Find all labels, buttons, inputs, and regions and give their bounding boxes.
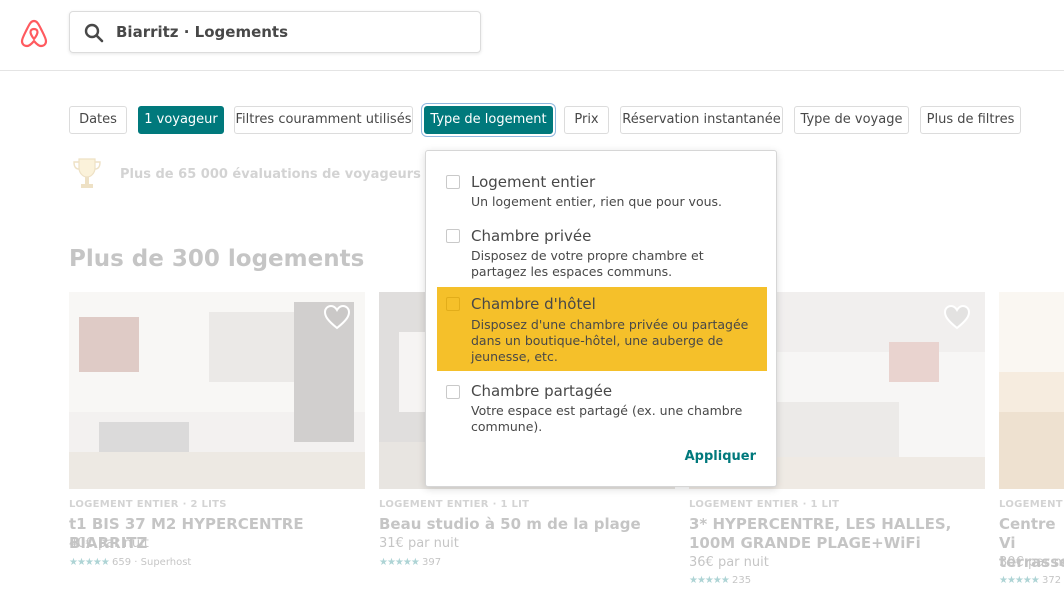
option-label: Chambre d'hôtel (471, 295, 596, 313)
listing-price: 30€ par nui (999, 555, 1064, 570)
listing-price: 31€ par nuit (379, 536, 459, 551)
listing-photo[interactable] (999, 292, 1064, 489)
checkbox-hotel-room[interactable] (446, 297, 460, 311)
option-description: Votre espace est partagé (ex. une chambr… (471, 403, 743, 434)
listing-type: LOGEMENT ENTIER · 2 LITS (69, 499, 227, 510)
listing-rating: ★★★★★ 397 (379, 557, 441, 568)
listing-price: 40€ par nuit (69, 536, 149, 551)
listing-title[interactable]: Beau studio à 50 m de la plage (379, 515, 675, 534)
listing-rating: ★★★★★ 372 (999, 575, 1061, 586)
listing-photo[interactable] (69, 292, 365, 489)
option-label: Chambre privée (471, 227, 592, 245)
filter-dates-button[interactable]: Dates (69, 106, 127, 134)
rating-count: 235 (732, 575, 752, 586)
room-type-dropdown: Logement entier Un logement entier, rien… (425, 150, 777, 487)
option-entire-home[interactable]: Logement entier Un logement entier, rien… (437, 169, 767, 213)
search-query[interactable]: Biarritz · Logements (116, 23, 288, 41)
filter-more-button[interactable]: Plus de filtres (920, 106, 1021, 134)
listing-type: LOGEMENT ENTIER · 1 LIT (689, 499, 840, 510)
airbnb-logo-icon[interactable] (20, 18, 48, 48)
rating-stars: ★★★★★ (69, 557, 110, 568)
search-icon (84, 23, 104, 43)
trophy-icon (72, 156, 102, 192)
listing-type: LOGEMENT ENTIER · 1 LIT (379, 499, 530, 510)
checkbox-entire-home[interactable] (446, 175, 460, 189)
rating-stars: ★★★★★ (689, 575, 730, 586)
apply-button[interactable]: Appliquer (685, 449, 756, 464)
filter-trip-type-button[interactable]: Type de voyage (794, 106, 909, 134)
results-heading: Plus de 300 logements (69, 246, 365, 272)
search-bar[interactable]: Biarritz · Logements (69, 11, 481, 53)
listing-type: LOGEMENT E (999, 499, 1064, 510)
option-hotel-room[interactable]: Chambre d'hôtel Disposez d'une chambre p… (437, 287, 767, 371)
rating-count: 397 (422, 557, 442, 568)
listing-price: 36€ par nuit (689, 555, 769, 570)
heart-icon[interactable] (323, 304, 351, 330)
filter-instant-book-button[interactable]: Réservation instantanée (620, 106, 783, 134)
header: Biarritz · Logements (0, 0, 1064, 71)
rating-count: 372 (1042, 575, 1062, 586)
heart-icon[interactable] (943, 304, 971, 330)
filter-guests-button[interactable]: 1 voyageur (138, 106, 224, 134)
option-private-room[interactable]: Chambre privée Disposez de votre propre … (437, 223, 767, 283)
option-shared-room[interactable]: Chambre partagée Votre espace est partag… (437, 379, 767, 439)
listing-title[interactable]: 3* HYPERCENTRE, LES HALLES, 100M GRANDE … (689, 515, 985, 553)
option-description: Disposez de votre propre chambre et part… (471, 248, 704, 279)
option-label: Chambre partagée (471, 382, 613, 400)
option-label: Logement entier (471, 173, 596, 191)
rating-count: 659 · Superhost (112, 557, 192, 568)
listing-rating: ★★★★★ 235 (689, 575, 751, 586)
filter-room-type-button[interactable]: Type de logement (424, 106, 553, 134)
listing-rating: ★★★★★ 659 · Superhost (69, 557, 191, 568)
filter-common-button[interactable]: Filtres couramment utilisés (234, 106, 413, 134)
rating-stars: ★★★★★ (379, 557, 420, 568)
checkbox-shared-room[interactable] (446, 385, 460, 399)
checkbox-private-room[interactable] (446, 229, 460, 243)
option-description: Disposez d'une chambre privée ou partagé… (471, 317, 749, 364)
filter-price-button[interactable]: Prix (564, 106, 609, 134)
rating-stars: ★★★★★ (999, 575, 1040, 586)
option-description: Un logement entier, rien que pour vous. (471, 194, 723, 209)
